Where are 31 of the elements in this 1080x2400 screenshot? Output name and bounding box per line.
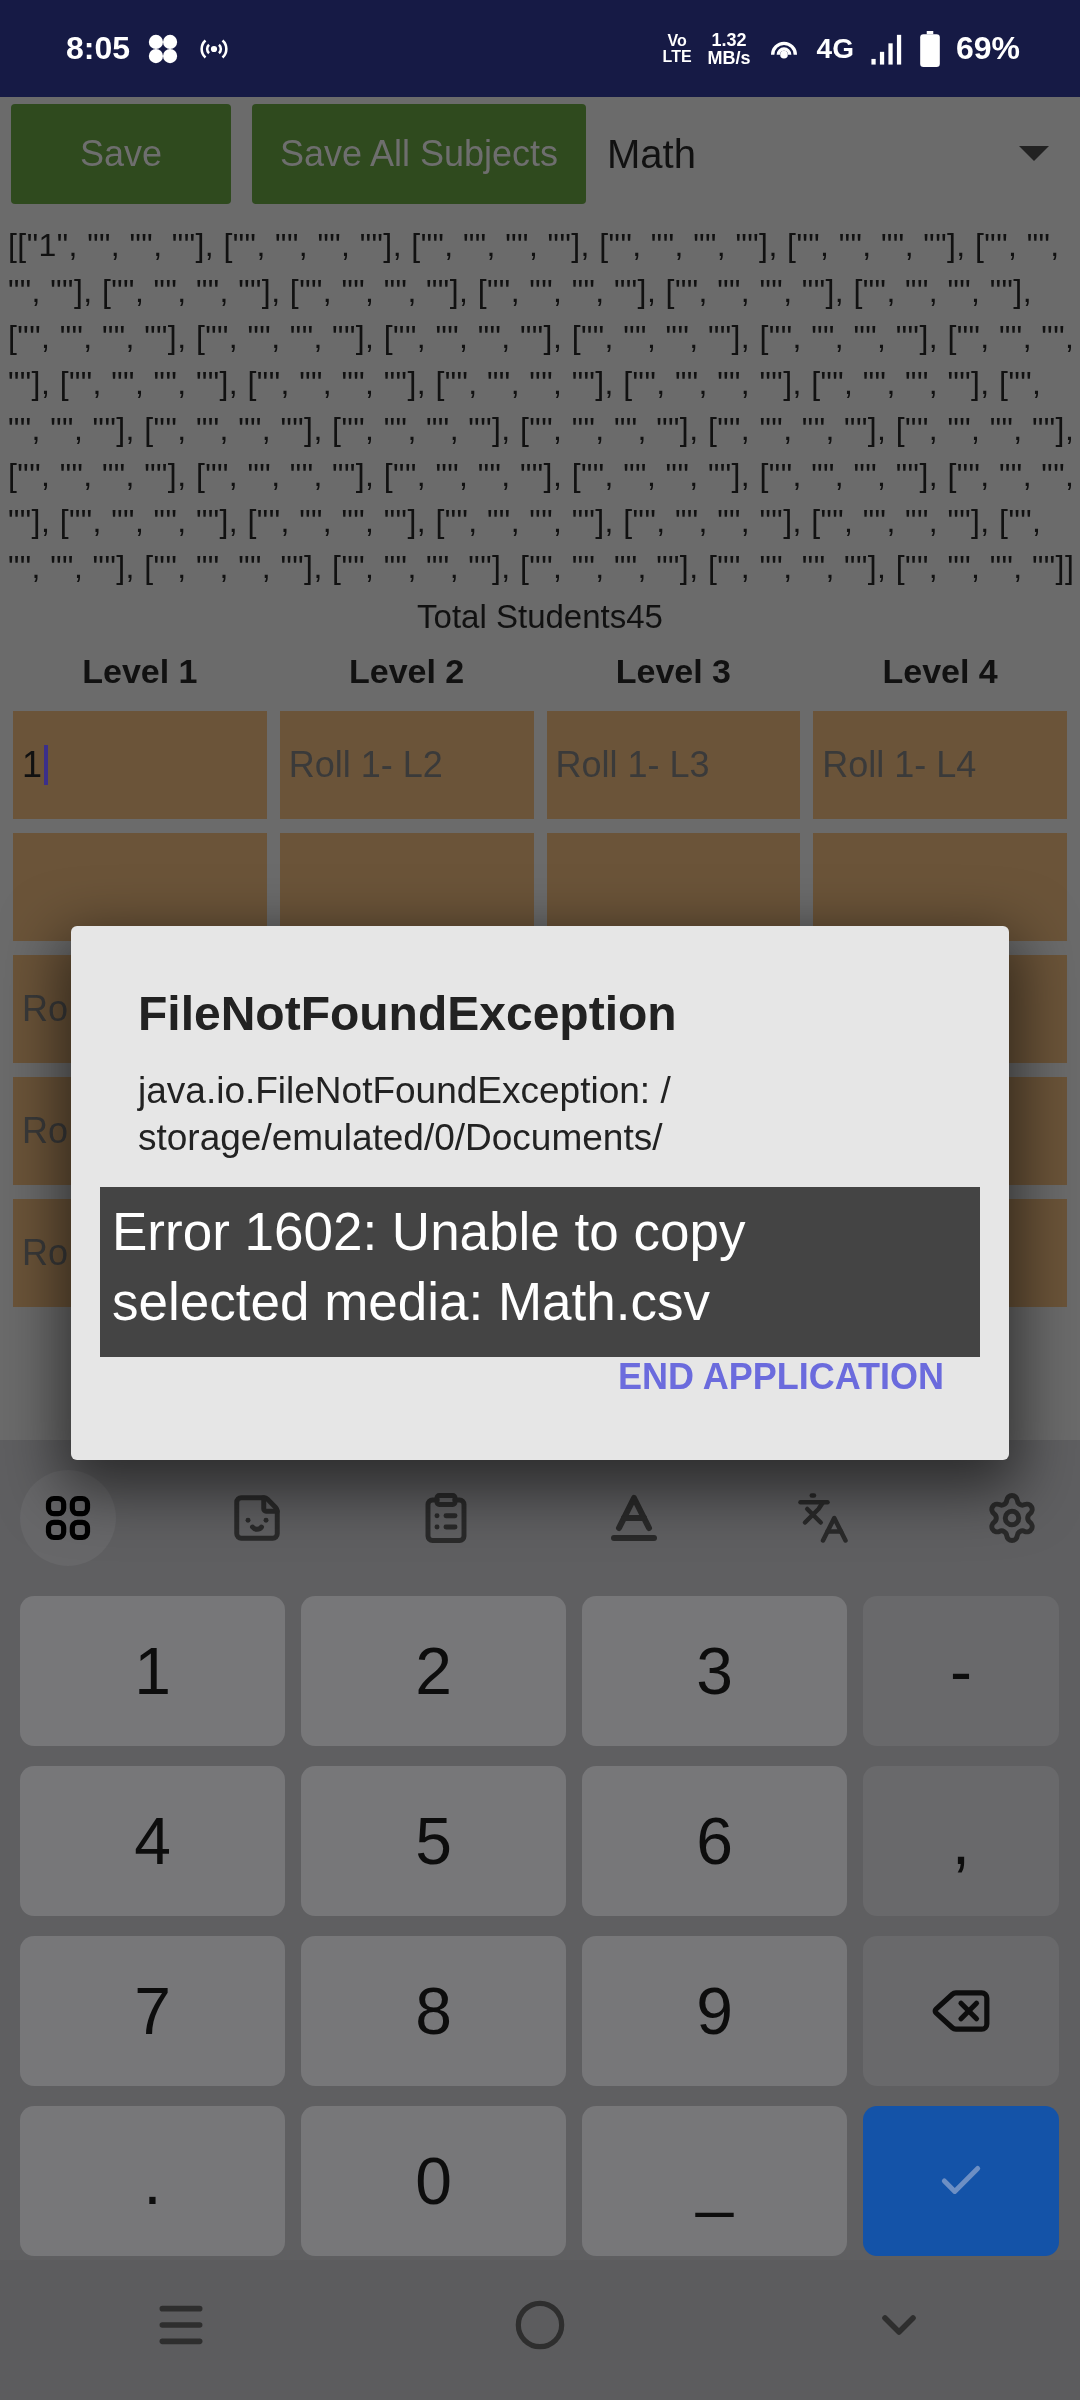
keyboard-key[interactable]: 2 [301, 1596, 566, 1746]
keyboard-key[interactable]: 5 [301, 1766, 566, 1916]
keyboard-key[interactable]: 4 [20, 1766, 285, 1916]
keyboard-key[interactable]: 1 [20, 1596, 285, 1746]
column-header: Level 2 [347, 652, 466, 691]
subject-dropdown[interactable]: Math [607, 104, 1069, 204]
keyboard-key[interactable]: 6 [582, 1766, 847, 1916]
dialog-title: FileNotFoundException [138, 986, 678, 1041]
column-header: Level 1 [81, 652, 199, 691]
column-header: Level 4 [881, 652, 999, 691]
dialog-message: java.io.FileNotFoundException: / storage/emulated/0/Documents/ [138, 1069, 672, 1160]
keyboard-key[interactable]: . [20, 2106, 285, 2256]
data-text: [["1", "", "", ""], ["", "", "", ""], ["", "", "", ""], ["", "", "", ""], ["", "", "", ""], ["", "", "", ""], ["", "", "", ""], ["", "", "", ""], ["", "", "", ""], ["", "", "", ""], ["", "", "", ""], ["", "", "", ""], ["", "", "", ""], ["", "", "", ""], ["", "", "", ""], ["", "", "", ""], ["", "", "", ""], ["", "", "", ""], ["", "", "", ""], ["", "", "", ""], ["", "", "", ""], ["", "", "", ""], ["", "", "", ""], ["", "", "", ""], ["", "", "", ""], ["", "", "", ""], ["", "", "", ""], ["", "", "", ""], ["", "", "", ""], ["", "", "", ""], ["", "", "", ""], ["", "", "", ""], ["", "", "", ""], ["", "", "", ""], ["", "", "", ""], ["", "", "", ""], ["", "", "", ""], ["", "", "", ""], ["", "", "", ""], ["", "", "", ""], ["", "", "", ""], ["", "", "", ""], ["", "", "", ""], ["", "", "", ""], ["", "", "", ""]] [8, 226, 1076, 587]
keyboard-key[interactable]: , [863, 1766, 1059, 1916]
network-type: 4G [816, 32, 854, 65]
keyboard-key[interactable]: 0 [301, 2106, 566, 2256]
keyboard-key[interactable]: 3 [582, 1596, 847, 1746]
toast-message: Error 1602: Unable to copy selected media: Math.csv [100, 1187, 980, 1357]
status-time: 8:05 [66, 30, 131, 67]
network-speed: 1.32 MB/s [707, 30, 751, 67]
end-application-button[interactable]: END APPLICATION [618, 1356, 944, 1398]
keyboard-key[interactable]: - [863, 1596, 1059, 1746]
column-header: Level 3 [614, 652, 733, 691]
keyboard-key[interactable]: 7 [20, 1936, 285, 2086]
volte-icon: Vo LTE [662, 32, 692, 65]
total-students: Total Students45 [416, 598, 664, 636]
battery-level: 69% [955, 30, 1020, 67]
input-field[interactable]: 1 [13, 711, 267, 819]
keyboard-key[interactable]: _ [582, 2106, 847, 2256]
keyboard-key[interactable]: 9 [582, 1936, 847, 2086]
keyboard-key[interactable]: 8 [301, 1936, 566, 2086]
